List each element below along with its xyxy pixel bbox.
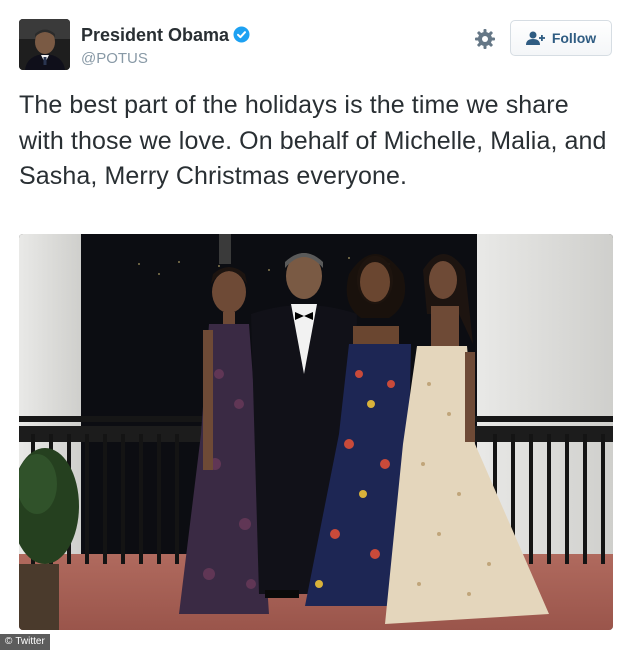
author-name-row[interactable]: President Obama <box>81 25 250 46</box>
twitter-watermark: © Twitter <box>0 634 50 650</box>
avatar-portrait <box>19 19 70 70</box>
author-handle[interactable]: @POTUS <box>81 50 148 67</box>
follow-label: Follow <box>551 30 597 46</box>
tweet-photo[interactable] <box>19 234 613 630</box>
add-user-icon <box>525 31 545 45</box>
follow-button[interactable]: Follow <box>510 20 612 56</box>
verified-badge-icon <box>233 26 250 43</box>
avatar[interactable] <box>19 19 70 70</box>
gear-icon[interactable] <box>474 28 496 50</box>
author-display-name[interactable]: President Obama <box>81 25 229 45</box>
copyright-symbol: © <box>5 636 13 647</box>
tweet-text: The best part of the holidays is the tim… <box>19 91 607 190</box>
family-photo <box>19 234 613 630</box>
watermark-label: Twitter <box>15 636 45 647</box>
